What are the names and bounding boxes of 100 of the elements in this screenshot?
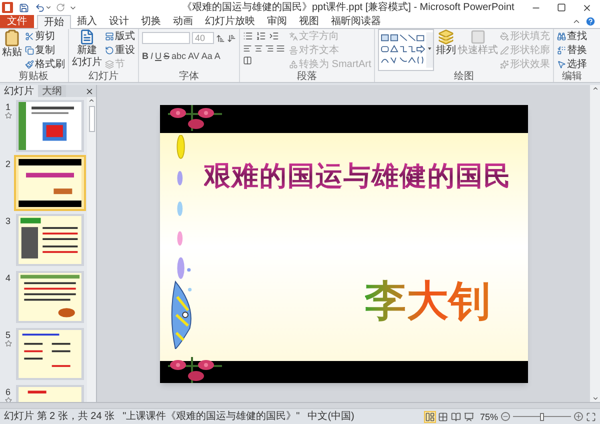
ribbon-button[interactable]: 格式刷 <box>25 57 65 71</box>
sorter-view-icon[interactable] <box>438 412 448 422</box>
quick-styles-icon <box>470 29 486 45</box>
ribbon-button-icon <box>557 60 566 68</box>
slide-thumbnail[interactable] <box>16 157 84 209</box>
close-icon[interactable] <box>582 2 592 12</box>
slide-number: 3 <box>5 216 10 226</box>
ribbon-button-icon <box>557 46 566 54</box>
pane-tab[interactable]: 幻灯片 <box>0 85 38 97</box>
ribbon-button-icon <box>289 46 298 54</box>
ribbon-button-icon <box>289 60 298 68</box>
indent-icon[interactable] <box>269 31 279 41</box>
flower-drawing <box>166 104 224 130</box>
format-button[interactable]: I <box>150 51 154 62</box>
new-slide-button[interactable]: 新建 幻灯片 <box>72 29 102 71</box>
grow-font-icon[interactable] <box>216 34 225 42</box>
zoom-in-icon[interactable] <box>574 412 583 421</box>
zoom-slider[interactable] <box>513 412 571 420</box>
paste-button[interactable]: 粘贴 <box>2 29 22 71</box>
arrange-button[interactable]: 排列 <box>436 29 456 57</box>
ribbon-tab[interactable]: 视图 <box>293 14 325 28</box>
slide-number: 1 <box>5 102 10 112</box>
ribbon-tab[interactable]: 幻灯片放映 <box>199 14 261 28</box>
ribbon-button[interactable]: 查找 <box>557 29 588 43</box>
format-button[interactable]: U <box>155 51 162 62</box>
format-button[interactable]: abc <box>172 51 186 62</box>
align-right-icon[interactable] <box>265 44 274 53</box>
ribbon-button[interactable]: 版式 <box>105 29 135 43</box>
normal-view-icon[interactable] <box>424 412 435 422</box>
ribbon-tab[interactable]: 插入 <box>71 14 103 28</box>
app-icon[interactable] <box>2 2 13 13</box>
maximize-icon[interactable] <box>557 3 566 12</box>
ribbon-button[interactable]: 选择 <box>557 57 588 71</box>
slide-thumbnail[interactable] <box>16 214 84 266</box>
save-icon[interactable] <box>19 2 29 12</box>
format-button[interactable]: B <box>142 51 148 62</box>
ribbon-tab[interactable]: 文件 <box>0 14 34 28</box>
scrollbar[interactable] <box>87 97 96 402</box>
columns-icon[interactable] <box>243 56 252 65</box>
ribbon-button-icon <box>25 32 34 40</box>
zoom-level[interactable]: 75% <box>480 410 498 422</box>
bullets-icon[interactable] <box>243 31 253 41</box>
ribbon-button-icon <box>105 46 114 54</box>
ribbon-tab[interactable]: 开始 <box>37 15 71 29</box>
new-slide-icon <box>79 29 95 45</box>
scroll-up-icon[interactable] <box>592 85 598 92</box>
slider-thumb[interactable] <box>540 412 544 420</box>
justify-icon[interactable] <box>276 44 285 53</box>
zoom-out-icon[interactable] <box>501 412 510 421</box>
ribbon-button[interactable]: 复制 <box>25 43 65 57</box>
slide-thumbnail[interactable] <box>16 271 84 323</box>
ribbon-tab[interactable]: 福昕阅读器 <box>325 14 387 28</box>
scroll-thumb[interactable] <box>88 106 94 132</box>
ribbon-tab[interactable]: 设计 <box>103 14 135 28</box>
ribbon-button-icon <box>289 32 298 40</box>
group-label: 剪贴板 <box>18 71 50 82</box>
flower-drawing <box>166 356 224 382</box>
window-title: 《艰难的国运与雄健的国民》ppt课件.ppt [兼容模式] - Microsoft PowerPoint <box>182 1 514 14</box>
ribbon-button-icon <box>500 60 510 68</box>
scroll-down-icon[interactable] <box>592 395 598 402</box>
format-button[interactable]: AV <box>188 51 200 62</box>
ribbon-tab[interactable]: 审阅 <box>261 14 293 28</box>
slide-number: 5 <box>5 330 10 340</box>
shrink-font-icon[interactable] <box>227 34 236 42</box>
fit-window-icon[interactable] <box>586 412 596 422</box>
slide-thumbnail[interactable] <box>16 100 84 152</box>
align-left-icon[interactable] <box>243 44 252 53</box>
animation-icon <box>4 397 12 402</box>
slide-number: 6 <box>5 387 10 397</box>
format-button[interactable]: A <box>214 51 220 62</box>
ribbon-button-icon <box>105 32 114 40</box>
scroll-up-icon[interactable] <box>88 97 95 104</box>
ribbon-button-icon <box>25 46 34 54</box>
slide-thumbnail[interactable] <box>16 328 84 380</box>
undo-icon[interactable] <box>35 2 45 12</box>
close-pane-icon[interactable] <box>85 87 94 96</box>
ribbon-button[interactable]: 替换 <box>557 43 588 57</box>
scrollbar[interactable] <box>590 85 600 402</box>
shapes-gallery[interactable] <box>378 29 434 71</box>
ribbon-tab[interactable]: 动画 <box>167 14 199 28</box>
align-center-icon[interactable] <box>254 44 263 53</box>
collapse-ribbon-icon[interactable] <box>572 17 581 26</box>
format-button[interactable]: Aa <box>201 51 212 62</box>
pane-tab[interactable]: 大纲 <box>38 85 66 97</box>
help-icon[interactable] <box>585 16 596 27</box>
caret-icon[interactable] <box>45 4 52 11</box>
numbering-icon[interactable] <box>256 31 266 41</box>
slide-number: 2 <box>5 159 10 169</box>
ribbon-button-icon <box>105 60 114 68</box>
ribbon-button[interactable]: 重设 <box>105 43 135 57</box>
font-name-field[interactable] <box>142 32 190 44</box>
reading-view-icon[interactable] <box>450 412 461 422</box>
ribbon-tab[interactable]: 切换 <box>135 14 167 28</box>
format-button[interactable]: S <box>164 51 170 62</box>
slide-counter: 幻灯片 第 2 张，共 24 张 <box>4 410 115 422</box>
ribbon-button-icon <box>557 32 566 40</box>
slideshow-icon[interactable] <box>464 412 474 422</box>
redo-icon[interactable] <box>56 3 65 12</box>
ribbon-button[interactable]: 剪切 <box>25 29 65 43</box>
clipboard-icon <box>3 29 21 47</box>
